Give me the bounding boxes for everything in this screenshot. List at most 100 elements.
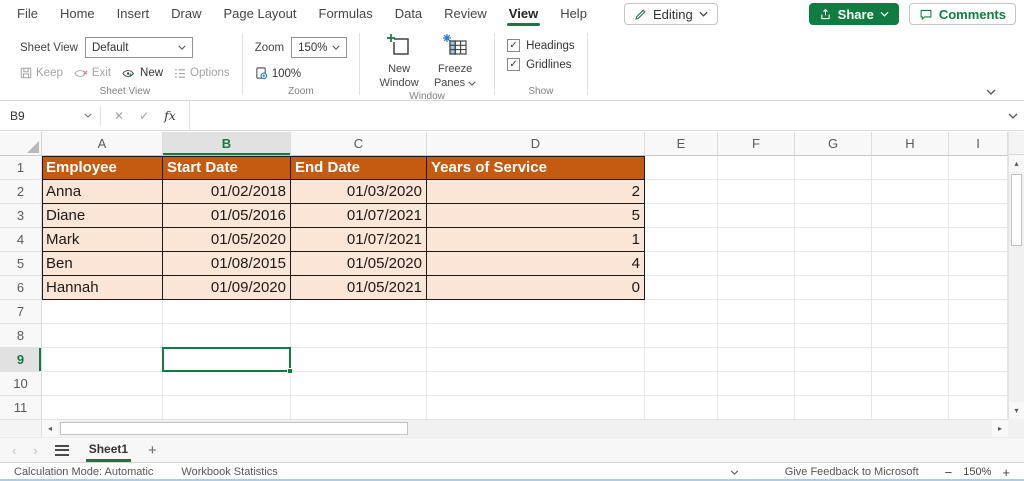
cell-B6[interactable]: 01/09/2020	[163, 276, 291, 300]
cell-C10[interactable]	[291, 372, 427, 396]
cell-I8[interactable]	[949, 324, 1008, 348]
cell-I7[interactable]	[949, 300, 1008, 324]
cell-H3[interactable]	[872, 204, 949, 228]
cell-A8[interactable]	[42, 324, 163, 348]
cancel-icon[interactable]: ✕	[114, 109, 124, 123]
column-header-D[interactable]: D	[427, 132, 645, 156]
cell-H5[interactable]	[872, 252, 949, 276]
cell-C2[interactable]: 01/03/2020	[291, 180, 427, 204]
cell-F7[interactable]	[718, 300, 795, 324]
cell-C8[interactable]	[291, 324, 427, 348]
scroll-left-arrow-icon[interactable]: ◂	[42, 420, 58, 437]
next-sheet-icon[interactable]: ›	[33, 443, 37, 458]
horizontal-scrollbar-thumb[interactable]	[60, 422, 408, 435]
cell-A1[interactable]: Employee	[42, 156, 163, 180]
tab-file[interactable]: File	[6, 0, 49, 28]
cell-F1[interactable]	[718, 156, 795, 180]
calculation-mode-status[interactable]: Calculation Mode: Automatic	[14, 466, 153, 478]
cell-I11[interactable]	[949, 396, 1008, 420]
cell-D1[interactable]: Years of Service	[427, 156, 645, 180]
cell-G1[interactable]	[795, 156, 872, 180]
scroll-down-arrow-icon[interactable]: ▾	[1009, 402, 1024, 419]
cell-G8[interactable]	[795, 324, 872, 348]
headings-checkbox[interactable]: ✓ Headings	[507, 39, 575, 52]
vertical-scrollbar-thumb[interactable]	[1011, 174, 1022, 246]
cell-E3[interactable]	[645, 204, 718, 228]
editing-mode-dropdown[interactable]: Editing	[623, 3, 718, 25]
cell-D6[interactable]: 0	[427, 276, 645, 300]
cell-H2[interactable]	[872, 180, 949, 204]
fill-handle[interactable]	[287, 368, 293, 374]
cell-B8[interactable]	[163, 324, 291, 348]
cell-B1[interactable]: Start Date	[163, 156, 291, 180]
sheet-tab-sheet1[interactable]: Sheet1	[85, 438, 132, 463]
tab-formulas[interactable]: Formulas	[308, 0, 384, 28]
zoom-in-icon[interactable]: +	[1002, 465, 1010, 480]
name-box[interactable]: B9	[0, 101, 100, 130]
row-header-8[interactable]: 8	[0, 324, 42, 348]
row-header-6[interactable]: 6	[0, 276, 42, 300]
formula-input[interactable]	[188, 101, 1002, 130]
zoom-out-icon[interactable]: −	[945, 465, 953, 480]
cell-A5[interactable]: Ben	[42, 252, 163, 276]
cell-D11[interactable]	[427, 396, 645, 420]
cell-G9[interactable]	[795, 348, 872, 372]
cell-H8[interactable]	[872, 324, 949, 348]
add-sheet-button[interactable]: +	[148, 442, 157, 459]
tab-view[interactable]: View	[498, 0, 549, 28]
column-header-B[interactable]: B	[163, 132, 291, 156]
cell-E6[interactable]	[645, 276, 718, 300]
cell-F10[interactable]	[718, 372, 795, 396]
cell-H6[interactable]	[872, 276, 949, 300]
scroll-right-arrow-icon[interactable]: ▸	[992, 420, 1008, 437]
collapse-ribbon-chevron-icon[interactable]	[986, 89, 996, 95]
cell-A6[interactable]: Hannah	[42, 276, 163, 300]
all-sheets-menu-icon[interactable]	[54, 444, 69, 456]
cell-B11[interactable]	[163, 396, 291, 420]
cell-H7[interactable]	[872, 300, 949, 324]
cell-E7[interactable]	[645, 300, 718, 324]
sheet-view-options-button[interactable]: Options	[174, 67, 230, 79]
cell-F4[interactable]	[718, 228, 795, 252]
share-button[interactable]: Share	[808, 3, 899, 25]
tab-help[interactable]: Help	[549, 0, 598, 28]
cell-A3[interactable]: Diane	[42, 204, 163, 228]
cell-B5[interactable]: 01/08/2015	[163, 252, 291, 276]
cell-E10[interactable]	[645, 372, 718, 396]
cell-H11[interactable]	[872, 396, 949, 420]
cell-C5[interactable]: 01/05/2020	[291, 252, 427, 276]
cell-B2[interactable]: 01/02/2018	[163, 180, 291, 204]
cell-A10[interactable]	[42, 372, 163, 396]
cell-C9[interactable]	[291, 348, 427, 372]
cell-D5[interactable]: 4	[427, 252, 645, 276]
row-header-3[interactable]: 3	[0, 204, 42, 228]
cell-A9[interactable]	[42, 348, 163, 372]
cell-H4[interactable]	[872, 228, 949, 252]
cell-C3[interactable]: 01/07/2021	[291, 204, 427, 228]
workbook-statistics-status[interactable]: Workbook Statistics	[181, 466, 277, 478]
cell-I6[interactable]	[949, 276, 1008, 300]
row-header-1[interactable]: 1	[0, 156, 42, 180]
row-header-5[interactable]: 5	[0, 252, 42, 276]
cell-G4[interactable]	[795, 228, 872, 252]
cell-I3[interactable]	[949, 204, 1008, 228]
column-header-F[interactable]: F	[718, 132, 795, 156]
cell-C11[interactable]	[291, 396, 427, 420]
zoom-100-button[interactable]: 100%	[255, 67, 301, 80]
keep-sheet-view-button[interactable]: Keep	[20, 67, 63, 79]
cell-G2[interactable]	[795, 180, 872, 204]
column-header-E[interactable]: E	[645, 132, 718, 156]
cell-F8[interactable]	[718, 324, 795, 348]
cell-B3[interactable]: 01/05/2016	[163, 204, 291, 228]
cell-E9[interactable]	[645, 348, 718, 372]
cell-F6[interactable]	[718, 276, 795, 300]
cell-G5[interactable]	[795, 252, 872, 276]
zoom-dropdown[interactable]: 150%	[291, 37, 348, 58]
cell-H10[interactable]	[872, 372, 949, 396]
cell-E5[interactable]	[645, 252, 718, 276]
feedback-link[interactable]: Give Feedback to Microsoft	[785, 466, 919, 478]
enter-icon[interactable]: ✓	[139, 109, 149, 123]
cell-G7[interactable]	[795, 300, 872, 324]
row-header-11[interactable]: 11	[0, 396, 42, 420]
tab-draw[interactable]: Draw	[160, 0, 212, 28]
